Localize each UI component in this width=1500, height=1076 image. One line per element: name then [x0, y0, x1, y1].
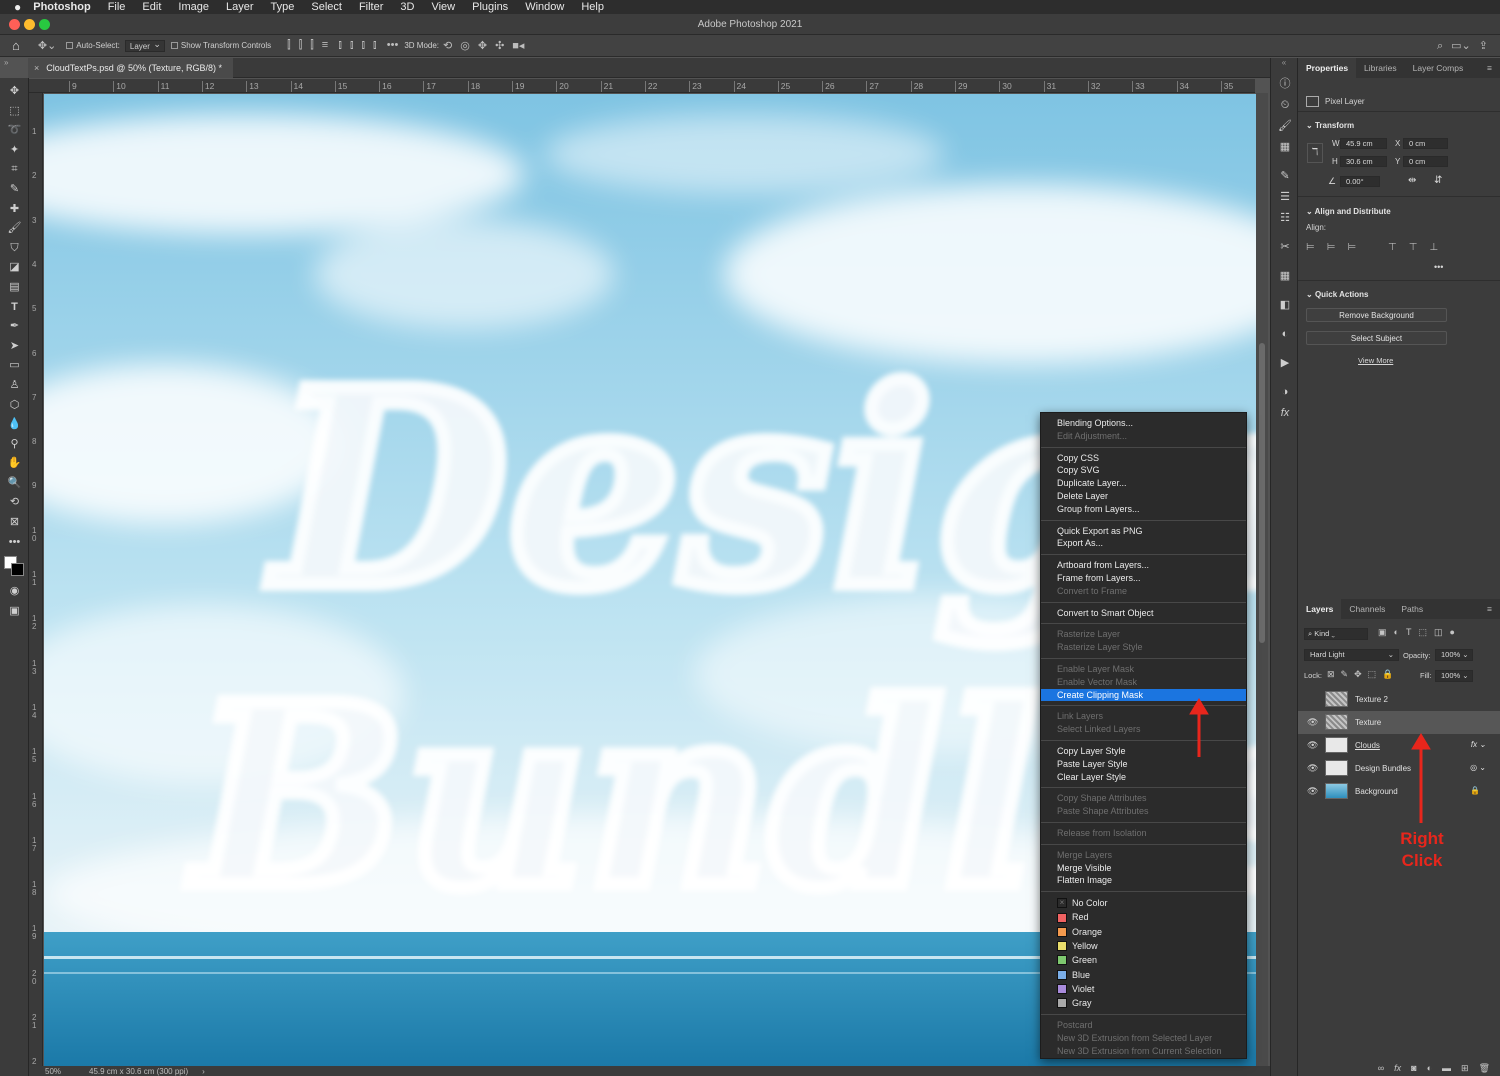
annotation-line-2: Click: [1401, 851, 1443, 870]
arrow-head-clipping-mask: [1189, 698, 1209, 715]
annotation-line-1: Right: [1400, 829, 1444, 848]
arrow-head-texture-layer: [1411, 733, 1431, 750]
right-click-annotation: Right Click: [1397, 828, 1447, 872]
annotation-overlay: [1189, 698, 1431, 823]
